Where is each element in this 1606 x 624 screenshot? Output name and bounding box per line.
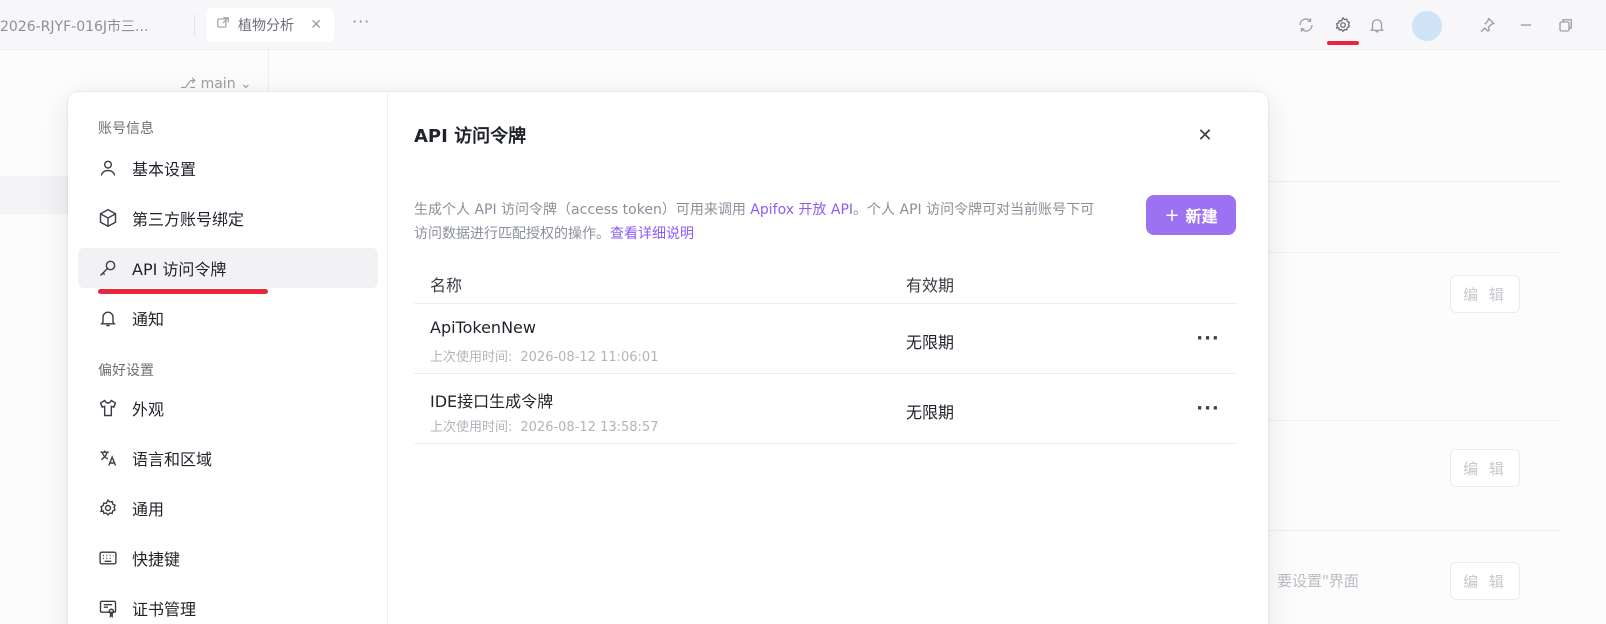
annotation-underline-gear xyxy=(1327,41,1359,45)
project-name[interactable]: 2026-RJYF-016J市三... xyxy=(0,16,148,36)
divider xyxy=(1262,530,1562,531)
tab-plant-analysis[interactable]: 植物分析 ✕ xyxy=(206,8,334,42)
sidebar-item-label: 第三方账号绑定 xyxy=(132,210,245,229)
notification-bell-icon[interactable] xyxy=(1367,15,1387,35)
sidebar-item-general[interactable]: 通用 xyxy=(78,488,378,528)
description: 生成个人 API 访问令牌（access token）可用来调用 Apifox … xyxy=(414,198,1104,246)
token-name: IDE接口生成令牌 xyxy=(430,392,554,411)
annotation-underline-api-token xyxy=(98,289,268,294)
column-header-expiry: 有效期 xyxy=(906,276,955,295)
bell-icon xyxy=(100,311,116,327)
sidebar-item-notifications[interactable]: 通知 xyxy=(78,298,378,338)
close-icon[interactable]: ✕ xyxy=(1194,124,1216,146)
tab-label: 植物分析 xyxy=(238,18,294,34)
external-link-icon xyxy=(216,16,230,34)
new-token-label: 新建 xyxy=(1185,207,1218,226)
sidebar-item-label: 通用 xyxy=(132,500,165,519)
sidebar-item-label: 基本设置 xyxy=(132,160,197,179)
edit-button[interactable]: 编 辑 xyxy=(1450,562,1520,600)
sidebar-item-label: 通知 xyxy=(132,310,165,329)
sidebar-item-api-token[interactable]: API 访问令牌 xyxy=(78,248,378,288)
last-used-label: 上次使用时间: xyxy=(430,350,513,365)
token-last-used: 上次使用时间: 2026-08-12 13:58:57 xyxy=(430,416,658,435)
api-token-panel: API 访问令牌 ✕ 生成个人 API 访问令牌（access token）可用… xyxy=(388,92,1268,624)
branch-name: main xyxy=(200,76,236,92)
section-title-preferences: 偏好设置 xyxy=(98,363,154,379)
new-token-button[interactable]: + 新建 xyxy=(1146,195,1236,235)
divider xyxy=(194,14,195,36)
column-header-name: 名称 xyxy=(430,276,463,295)
shirt-icon xyxy=(99,399,117,417)
open-api-link[interactable]: Apifox 开放 API xyxy=(750,202,853,218)
token-name: ApiTokenNew xyxy=(430,318,536,337)
plus-icon: + xyxy=(1164,204,1180,226)
divider xyxy=(1262,420,1562,421)
table-row: ApiTokenNew 上次使用时间: 2026-08-12 11:06:01 无… xyxy=(414,304,1238,374)
gear-icon xyxy=(99,498,116,516)
pin-icon[interactable] xyxy=(1477,15,1497,35)
edit-button[interactable]: 编 辑 xyxy=(1450,449,1520,487)
sidebar-item-label: 语言和区域 xyxy=(132,450,213,469)
key-icon xyxy=(99,260,116,277)
refresh-icon[interactable] xyxy=(1296,15,1316,35)
sidebar-item-label: API 访问令牌 xyxy=(132,260,227,279)
sidebar-item-label: 证书管理 xyxy=(132,600,197,619)
divider xyxy=(1262,252,1562,253)
token-expiry: 无限期 xyxy=(906,333,955,352)
sidebar-item-basic-settings[interactable]: 基本设置 xyxy=(78,148,378,188)
last-used-value: 2026-08-12 11:06:01 xyxy=(520,350,659,365)
sidebar-item-third-party[interactable]: 第三方账号绑定 xyxy=(78,198,378,238)
token-expiry: 无限期 xyxy=(906,403,955,422)
token-last-used: 上次使用时间: 2026-08-12 11:06:01 xyxy=(430,346,658,365)
last-used-label: 上次使用时间: xyxy=(430,420,513,435)
more-actions-icon[interactable]: ··· xyxy=(1194,394,1222,422)
sidebar-item-label: 快捷键 xyxy=(132,550,181,569)
description-text: 生成个人 API 访问令牌（access token）可用来调用 xyxy=(414,202,751,218)
user-icon xyxy=(100,160,116,176)
sidebar-item-certificates[interactable]: 证书管理 xyxy=(78,588,378,624)
edit-button[interactable]: 编 辑 xyxy=(1450,275,1520,313)
minimize-icon[interactable] xyxy=(1516,15,1536,35)
branch-selector[interactable]: ⎇ main ⌄ xyxy=(180,76,252,92)
sidebar-item-appearance[interactable]: 外观 xyxy=(78,388,378,428)
title-bar: 2026-RJYF-016J市三... 植物分析 ✕ ··· xyxy=(0,0,1606,50)
table-header: 名称 有效期 xyxy=(414,260,1238,304)
background-text: ，要设置"界面 xyxy=(1262,572,1359,590)
translate-icon xyxy=(100,450,117,466)
settings-gear-icon[interactable] xyxy=(1333,15,1353,35)
section-title-account: 账号信息 xyxy=(98,121,154,137)
last-used-value: 2026-08-12 13:58:57 xyxy=(520,420,659,435)
sidebar-item-language[interactable]: 语言和区域 xyxy=(78,438,378,478)
settings-sidebar: 账号信息 基本设置 第三方账号绑定 API 访问令牌 通知 偏好设置 外观 语言… xyxy=(68,92,388,624)
restore-icon[interactable] xyxy=(1556,15,1576,35)
table-row: IDE接口生成令牌 上次使用时间: 2026-08-12 13:58:57 无限期… xyxy=(414,374,1238,444)
settings-modal: 账号信息 基本设置 第三方账号绑定 API 访问令牌 通知 偏好设置 外观 语言… xyxy=(68,92,1268,624)
sidebar-item-shortcuts[interactable]: 快捷键 xyxy=(78,538,378,578)
more-tabs-icon[interactable]: ··· xyxy=(352,12,370,31)
details-link[interactable]: 查看详细说明 xyxy=(610,226,694,242)
keyboard-icon xyxy=(99,551,117,565)
token-table: 名称 有效期 ApiTokenNew 上次使用时间: 2026-08-12 11:… xyxy=(414,260,1238,444)
tab-close-icon[interactable]: ✕ xyxy=(310,17,322,33)
certificate-icon xyxy=(99,600,117,618)
sidebar-item-label: 外观 xyxy=(132,400,165,419)
divider xyxy=(1262,181,1562,182)
avatar[interactable] xyxy=(1412,11,1442,41)
cube-icon xyxy=(99,208,117,228)
page-title: API 访问令牌 xyxy=(414,126,527,147)
more-actions-icon[interactable]: ··· xyxy=(1194,324,1222,352)
